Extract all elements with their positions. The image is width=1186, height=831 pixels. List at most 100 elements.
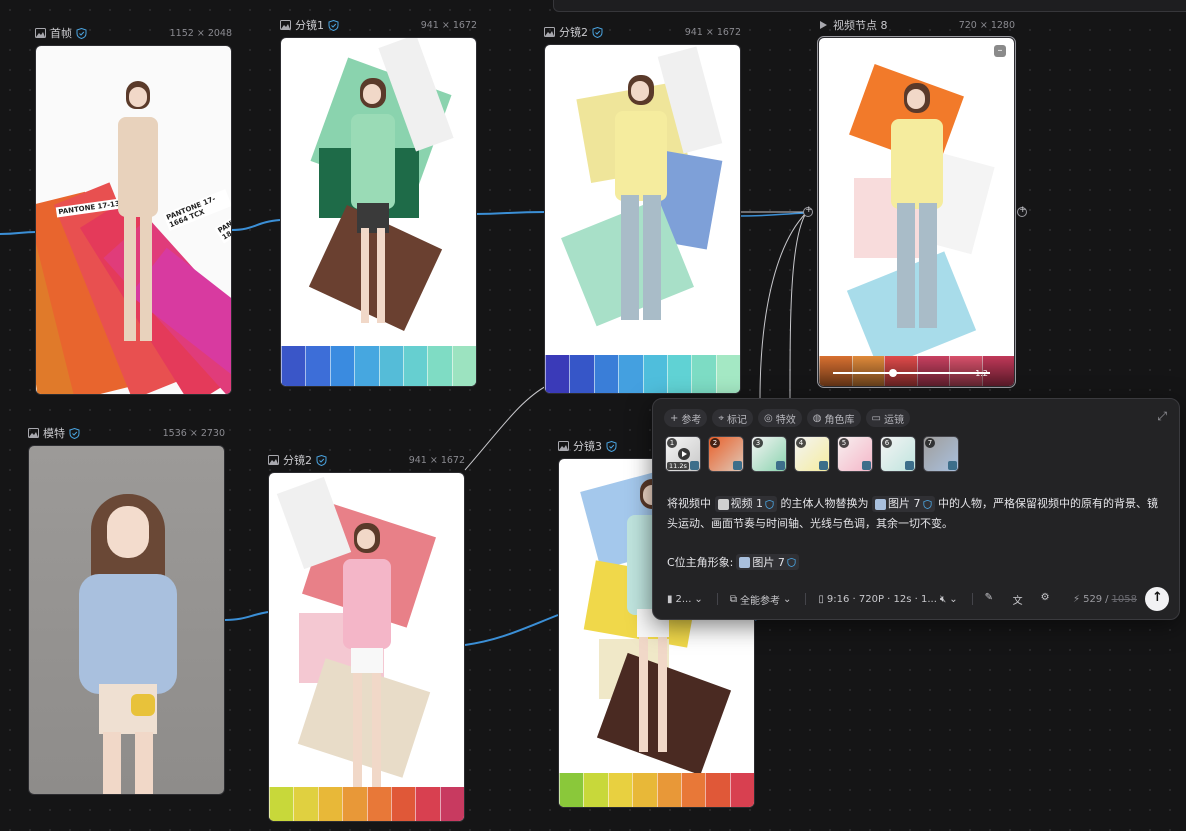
reference-mode-selector[interactable]: ⧉ 全能参考 ⌄ [730,592,792,607]
mute-icon: 🔇︎ [939,593,947,605]
node-model[interactable]: 模特 1536 × 2730 [28,425,225,797]
node-header: 分镜1 941 × 1672 [280,17,477,33]
model-figure [615,75,667,325]
chip-reference[interactable]: + 参考 [664,409,708,427]
send-button[interactable] [1145,587,1169,611]
node-title: 首帧 [50,27,72,40]
chip-character-library[interactable]: ◍ 角色库 [806,409,861,427]
chip-camera-movement[interactable]: ▭ 运镜 [865,409,910,427]
image-icon [544,27,555,37]
translate-icon[interactable]: 文 [1013,592,1027,607]
collapse-icon[interactable]: – [994,45,1006,57]
verified-badge-icon [765,499,774,509]
node-storyboard-2-bottom[interactable]: 分镜2 941 × 1672 [268,452,465,824]
chevron-down-icon: ⌄ [782,593,792,605]
node-title: 视频节点 8 [833,19,888,32]
image-icon [558,441,569,451]
add-connection-port[interactable] [1017,205,1027,217]
node-image[interactable]: PANTONE 17-1353 TCX PANTONE 17-1664 TCX … [35,45,232,395]
node-dimensions: 720 × 1280 [958,19,1015,31]
node-title: 模特 [43,427,65,440]
check-icon [776,461,785,470]
image-reference-tag[interactable]: 图片 7 [872,496,935,512]
verified-badge-icon [787,557,796,567]
check-icon [733,461,742,470]
reference-thumb-1[interactable]: 1 11.2s [665,436,701,472]
node-header: 视频节点 8 720 × 1280 [818,17,1015,33]
pantone-fan [545,355,740,393]
node-title: 分镜1 [295,19,324,32]
model-figure [343,523,391,803]
node-image[interactable] [544,44,741,394]
image-thumb-icon [875,498,886,510]
reference-icon: ⧉ [729,593,737,605]
output-settings-selector[interactable]: ▯ 9:16 · 720P · 12s · 1... 🔇︎ ⌄ [818,594,957,605]
video-play-icon [820,21,827,29]
image-icon [28,428,39,438]
video-scrubber-handle[interactable] [889,369,897,377]
node-storyboard-2-top[interactable]: 分镜2 941 × 1672 [544,24,741,396]
video-thumb-icon [717,498,729,510]
divider [971,593,973,605]
add-connection-port[interactable] [803,205,813,217]
reference-thumb-6[interactable]: 6 [880,436,916,472]
video-player-controls[interactable]: 1.2 [819,356,1014,386]
reference-thumb-3[interactable]: 3 [751,436,787,472]
image-reference-tag[interactable]: 图片 7 [736,554,799,570]
node-image[interactable] [280,37,477,387]
check-icon [948,461,957,470]
reference-thumb-2[interactable]: 2 [708,436,744,472]
node-dimensions: 941 × 1672 [684,26,741,38]
node-title: 分镜3 [573,440,602,453]
reference-thumb-7[interactable]: 7 [923,436,959,472]
check-icon [905,461,914,470]
chip-effects[interactable]: ◎ 特效 [758,409,802,427]
divider [805,593,807,605]
expand-icon[interactable]: ⤢ [1157,409,1167,424]
reference-thumbnails: 1 11.2s 2 3 4 5 6 7 [665,436,959,472]
check-icon [862,461,871,470]
chip-marker[interactable]: ⌖ 标记 [712,409,754,427]
node-header: 首帧 1152 × 2048 [35,25,232,41]
node-storyboard-1[interactable]: 分镜1 941 × 1672 [280,17,477,389]
node-dimensions: 941 × 1672 [408,454,465,466]
plus-icon: + [670,412,679,424]
prompt-panel: + 参考 ⌖ 标记 ◎ 特效 ◍ 角色库 ▭ 运镜 ⤢ 1 11.2s 2 3 4 5 6… [652,398,1180,620]
verified-badge-icon [76,27,87,39]
node-header: 分镜2 941 × 1672 [544,24,741,40]
model-figure [351,78,395,328]
node-video-8[interactable]: 视频节点 8 720 × 1280 1.2 – [817,17,1016,389]
node-video[interactable]: 1.2 – [817,36,1016,388]
check-icon [690,461,699,470]
lightning-icon: ⚡︎ [1073,593,1081,605]
chevron-down-icon: ⌄ [694,593,703,605]
top-toolbar [553,0,1186,12]
reference-thumb-5[interactable]: 5 [837,436,873,472]
model-figure [69,494,187,794]
video-time: 1.2 [975,369,988,378]
prompt-enhance-icon[interactable]: ✎ [985,592,999,606]
verified-badge-icon [316,454,327,466]
video-progress-bar[interactable] [833,372,990,374]
verified-badge-icon [328,19,339,31]
model-selector[interactable]: ▮ 2... ⌄ [667,594,703,605]
divider [716,593,718,605]
panel-chip-bar: + 参考 ⌖ 标记 ◎ 特效 ◍ 角色库 ▭ 运镜 [664,409,910,427]
reference-thumb-4[interactable]: 4 [794,436,830,472]
prompt-line-2[interactable]: C位主角形象: 图片 7 [667,554,799,570]
node-dimensions: 1536 × 2730 [162,427,225,439]
pantone-fan [269,787,464,821]
image-icon [268,455,279,465]
prompt-text[interactable]: 将视频中 视频 1 的主体人物替换为 图片 7 中的人物，严格保留视频中的原有的… [667,494,1167,534]
node-dimensions: 1152 × 2048 [169,27,232,39]
node-image[interactable] [268,472,465,822]
node-image[interactable] [28,445,225,795]
image-icon [280,20,291,30]
video-reference-tag[interactable]: 视频 1 [714,496,777,512]
bars-icon: ▮ [667,593,673,605]
settings-sliders-icon[interactable]: ⚙ [1041,592,1055,606]
image-thumb-icon [739,556,751,568]
model-figure [891,83,943,333]
node-first-frame[interactable]: 首帧 1152 × 2048 PANTONE 17-1353 TCX PANTO… [35,25,232,397]
swatch-label: PANTONE 18 [214,206,231,244]
